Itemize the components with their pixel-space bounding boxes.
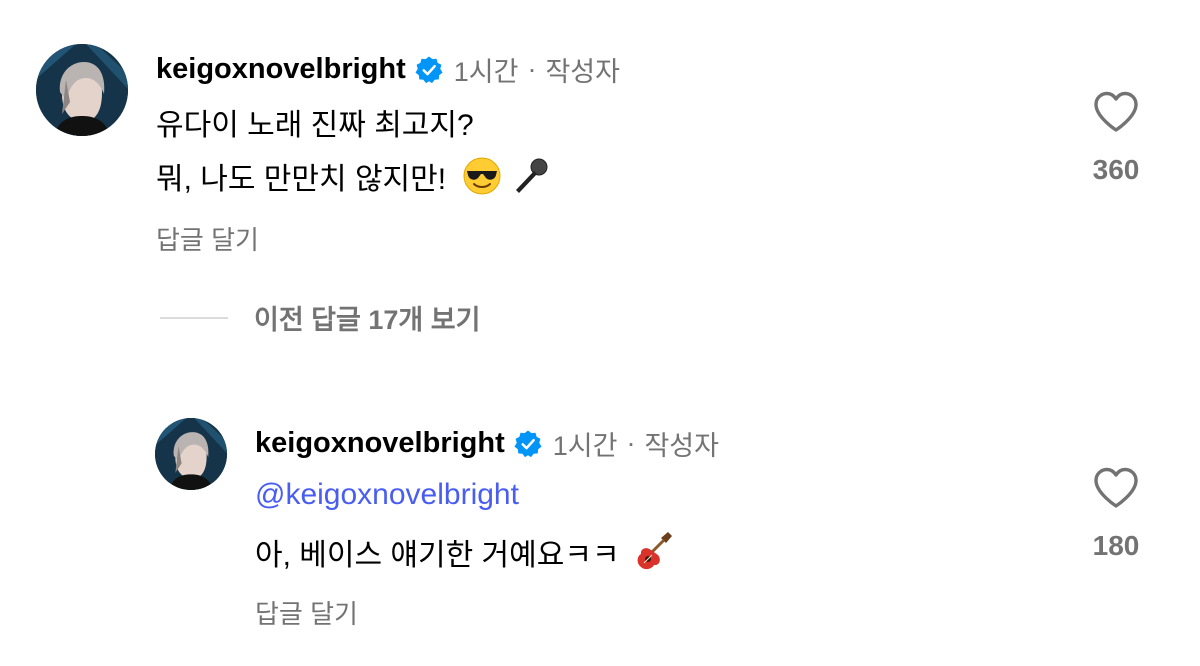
reply-button[interactable]: 답글 달기 bbox=[156, 220, 259, 257]
like-control: 180 bbox=[1076, 466, 1156, 562]
comment-text: 아, 베이스 얘기한 거예요ㅋㅋ bbox=[255, 539, 620, 572]
reply-button[interactable]: 답글 달기 bbox=[255, 594, 358, 631]
mention-link[interactable]: @keigoxnovelbright bbox=[255, 478, 519, 512]
sunglasses-emoji-icon bbox=[462, 156, 502, 196]
avatar-image bbox=[155, 418, 227, 490]
avatar-image bbox=[36, 44, 128, 136]
meta-separator: · bbox=[527, 54, 537, 84]
comment-text: 뭐, 나도 만만치 않지만! bbox=[156, 163, 447, 196]
comment-text-line-1: 유다이 노래 진짜 최고지? bbox=[156, 100, 474, 144]
comment-header: keigoxnovelbright 1시간 · 작성자 bbox=[156, 50, 620, 89]
meta-separator: · bbox=[626, 428, 636, 458]
author-tag: 작성자 bbox=[545, 57, 620, 87]
verified-badge-icon bbox=[414, 55, 444, 85]
heart-icon[interactable] bbox=[1092, 466, 1140, 510]
view-earlier-replies-button[interactable]: 이전 답글 17개 보기 bbox=[160, 298, 480, 337]
avatar[interactable] bbox=[155, 418, 227, 490]
username[interactable]: keigoxnovelbright bbox=[255, 427, 505, 460]
like-control: 360 bbox=[1076, 90, 1156, 186]
comment-text-line-2: 뭐, 나도 만만치 않지만! bbox=[156, 154, 550, 198]
comment-header: keigoxnovelbright 1시간 · 작성자 bbox=[255, 424, 719, 463]
view-replies-label: 이전 답글 17개 보기 bbox=[254, 305, 481, 335]
like-count: 360 bbox=[1092, 154, 1140, 185]
author-tag: 작성자 bbox=[644, 431, 719, 461]
comment-mention-line: @keigoxnovelbright bbox=[255, 478, 519, 512]
microphone-emoji-icon bbox=[510, 156, 550, 196]
timestamp: 1시간 bbox=[453, 57, 519, 87]
heart-icon[interactable] bbox=[1092, 90, 1140, 134]
guitar-emoji-icon bbox=[634, 532, 674, 572]
like-count: 180 bbox=[1092, 530, 1140, 561]
username[interactable]: keigoxnovelbright bbox=[156, 53, 406, 86]
verified-badge-icon bbox=[513, 429, 543, 459]
timestamp: 1시간 bbox=[552, 431, 618, 461]
comment-text-line: 아, 베이스 얘기한 거예요ㅋㅋ bbox=[255, 530, 674, 574]
avatar[interactable] bbox=[36, 44, 128, 136]
divider-line bbox=[160, 316, 228, 319]
comment-text: 유다이 노래 진짜 최고지? bbox=[156, 109, 474, 142]
